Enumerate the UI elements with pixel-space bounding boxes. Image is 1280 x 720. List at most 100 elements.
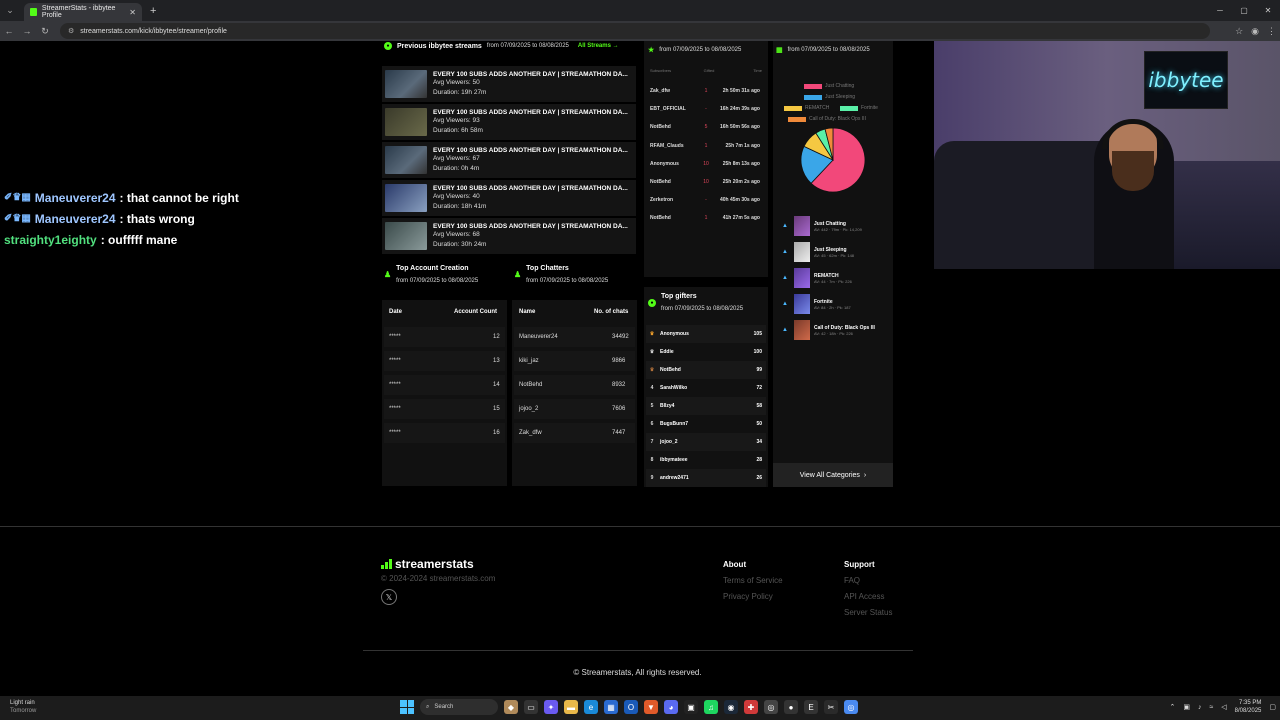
chatter-name[interactable]: kiki_jaz [519,358,539,364]
gifter-name[interactable]: Anonymous [658,331,746,337]
discord-icon[interactable]: ◕ [664,700,678,714]
weather-sub: Tomorrow [10,708,37,714]
server-status-link[interactable]: Server Status [844,608,892,617]
faq-link[interactable]: FAQ [844,576,892,585]
tab-close-icon[interactable]: ✕ [129,8,136,17]
gifter-name[interactable]: Eddie [658,349,746,355]
x-social-icon[interactable]: 𝕏 [381,589,397,605]
chatter-name[interactable]: NotBehd [519,382,542,388]
new-tab-icon[interactable]: + [150,5,156,17]
all-streams-link[interactable]: All Streams → [578,43,619,49]
subscriber-time: 25h 20m 2s ago [722,179,760,185]
category-row[interactable]: ▲ Just Chatting AV: 442 · 79m · Pk: 14,209 [782,214,892,238]
view-all-categories-button[interactable]: View All Categories › [773,463,893,487]
site-favicon-icon [30,8,37,16]
stream-item[interactable]: EVERY 100 SUBS ADDS ANOTHER DAY | STREAM… [382,66,636,102]
windows-start-icon[interactable] [400,700,414,714]
close-window-icon[interactable]: ✕ [1256,0,1280,21]
gifter-name[interactable]: BugsBunn7 [658,421,746,427]
browser-tab[interactable]: StreamerStats - ibbytee Profile ✕ [24,3,142,21]
streamerstats-logo[interactable]: streamerstats [381,557,474,571]
edge-icon[interactable]: e [584,700,598,714]
chrome-icon[interactable]: ◎ [764,700,778,714]
site-info-icon[interactable]: ⚙ [68,27,74,35]
top-gifters-date: from 07/09/2025 to 08/08/2025 [661,306,744,312]
store-icon[interactable]: ▦ [604,700,618,714]
medal-icon: ♛ [649,331,655,337]
tray-app-icon[interactable]: ▣ [1183,703,1190,711]
subscriber-name[interactable]: NotBehd [646,179,696,185]
col-chats: No. of chats [594,309,629,315]
back-icon[interactable]: ← [0,21,18,41]
task-view-icon[interactable]: ▭ [524,700,538,714]
volume-icon[interactable]: ◁ [1221,703,1226,711]
brave-icon[interactable]: ▼ [644,700,658,714]
gifter-name[interactable]: Bllzy4 [658,403,746,409]
stream-item[interactable]: EVERY 100 SUBS ADDS ANOTHER DAY | STREAM… [382,142,636,178]
stream-viewers: Avg Viewers: 40 [433,192,480,200]
terms-link[interactable]: Terms of Service [723,576,783,585]
bookmark-star-icon[interactable]: ☆ [1235,26,1243,37]
stream-item[interactable]: EVERY 100 SUBS ADDS ANOTHER DAY | STREAM… [382,180,636,216]
category-thumbnail [794,294,810,314]
user-icon: ♟ [384,270,392,279]
subscriber-name[interactable]: Zak_dfw [646,88,696,94]
subscriber-name[interactable]: NotBehd [646,124,696,130]
copilot-icon[interactable]: ✦ [544,700,558,714]
spotify-icon[interactable]: ♫ [704,700,718,714]
widgets-icon[interactable]: ◆ [504,700,518,714]
api-access-link[interactable]: API Access [844,592,892,601]
subscriber-name[interactable]: Anonymous [646,161,696,167]
file-explorer-icon[interactable]: ▬ [564,700,578,714]
extensions-icon[interactable]: ◉ [1251,26,1259,37]
gifter-name[interactable]: andrew2471 [658,475,746,481]
capcut-icon[interactable]: ✂ [824,700,838,714]
category-row[interactable]: ▲ Just Sleeping AV: 45 · 62m · Pk: 148 [782,240,892,264]
chatter-name[interactable]: jojoo_2 [519,406,538,412]
maximize-icon[interactable]: ▢ [1232,0,1256,21]
tray-chevron-icon[interactable]: ⌃ [1169,703,1175,711]
subscriber-time: 2h 50m 31s ago [722,88,760,94]
outlook-icon[interactable]: O [624,700,638,714]
menu-icon[interactable]: ⋮ [1267,26,1276,37]
stream-item[interactable]: EVERY 100 SUBS ADDS ANOTHER DAY | STREAM… [382,218,636,254]
privacy-link[interactable]: Privacy Policy [723,592,783,601]
gifter-name[interactable]: jojoo_2 [658,439,746,445]
steam-icon[interactable]: ◉ [724,700,738,714]
taskbar-search[interactable]: ⌕ Search [420,699,498,715]
taskbar-clock[interactable]: 7:35 PM 8/08/2025 [1235,699,1262,715]
chat-badges-icon: ✐♛▦ [4,213,31,224]
stream-item[interactable]: EVERY 100 SUBS ADDS ANOTHER DAY | STREAM… [382,104,636,140]
wifi-icon[interactable]: ≈ [1209,704,1213,711]
forward-icon[interactable]: → [18,21,36,41]
minimize-icon[interactable]: ─ [1208,0,1232,21]
tray-mic-icon[interactable]: ♪ [1198,704,1202,711]
tab-search-icon[interactable]: ⌄ [0,0,20,21]
epic-icon[interactable]: E [804,700,818,714]
app-icon[interactable]: ✚ [744,700,758,714]
reload-icon[interactable]: ↻ [36,21,54,41]
chatter-name[interactable]: Maneuverer24 [519,334,558,340]
category-thumbnail [794,242,810,262]
category-row[interactable]: ▲ REMATCH AV: 44 · 7m · Pk: 226 [782,266,892,290]
gifter-row: 9 andrew2471 26 [646,469,766,487]
url-field[interactable]: ⚙ streamerstats.com/kick/ibbytee/streame… [60,23,1210,39]
weather-widget[interactable]: Light rain Tomorrow [10,699,36,715]
gifter-name[interactable]: SarahWilko [658,385,746,391]
subscriber-name[interactable]: NotBehd [646,215,696,221]
category-row[interactable]: ▲ Call of Duty: Black Ops III AV: 42 · 18h… [782,318,892,342]
subscriber-name[interactable]: Zerketron [646,197,696,203]
obs-icon[interactable]: ● [784,700,798,714]
gifter-name[interactable]: NotBehd [658,367,746,373]
table-row [384,423,505,443]
photos-icon[interactable]: ▣ [684,700,698,714]
gifter-name[interactable]: ibbymateee [658,457,746,463]
subscriber-name[interactable]: RFAM_Clauds [646,143,696,149]
stream-title: EVERY 100 SUBS ADDS ANOTHER DAY | STREAM… [433,184,628,192]
notification-icon[interactable]: ▢ [1269,703,1276,711]
chrome-alt-icon[interactable]: ◎ [844,700,858,714]
subscriber-name[interactable]: EBT_OFFICIAL [646,106,696,112]
chat-text: : thats wrong [119,211,195,226]
category-row[interactable]: ▲ Fortnite AV: 84 · 2h · Pk: 187 [782,292,892,316]
chatter-name[interactable]: Zak_dfw [519,430,542,436]
